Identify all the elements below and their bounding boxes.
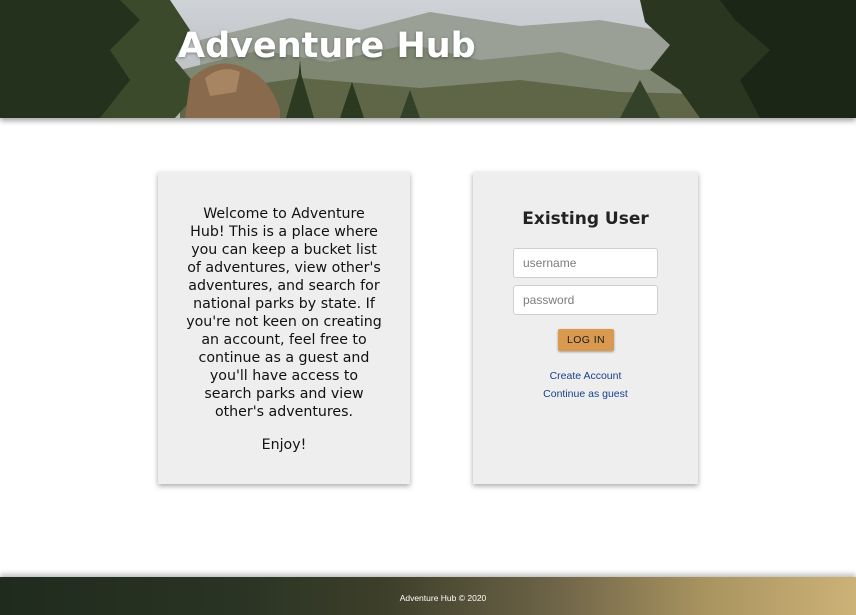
username-input[interactable] [513,248,658,278]
footer-copyright: Adventure Hub © 2020 [399,593,487,603]
login-card: Existing User LOG IN Create Account Cont… [473,172,698,484]
continue-as-guest-link[interactable]: Continue as guest [473,388,698,400]
welcome-closing: Enjoy! [261,437,307,453]
header-banner: Adventure Hub [0,0,856,118]
site-title: Adventure Hub [178,26,476,66]
login-button[interactable]: LOG IN [558,329,614,351]
create-account-link[interactable]: Create Account [473,370,698,382]
login-title: Existing User [522,209,649,229]
welcome-card: Welcome to Adventure Hub! This is a plac… [158,172,410,484]
password-input[interactable] [513,285,658,315]
footer: Adventure Hub © 2020 [0,577,856,615]
welcome-message: Welcome to Adventure Hub! This is a plac… [186,206,382,420]
